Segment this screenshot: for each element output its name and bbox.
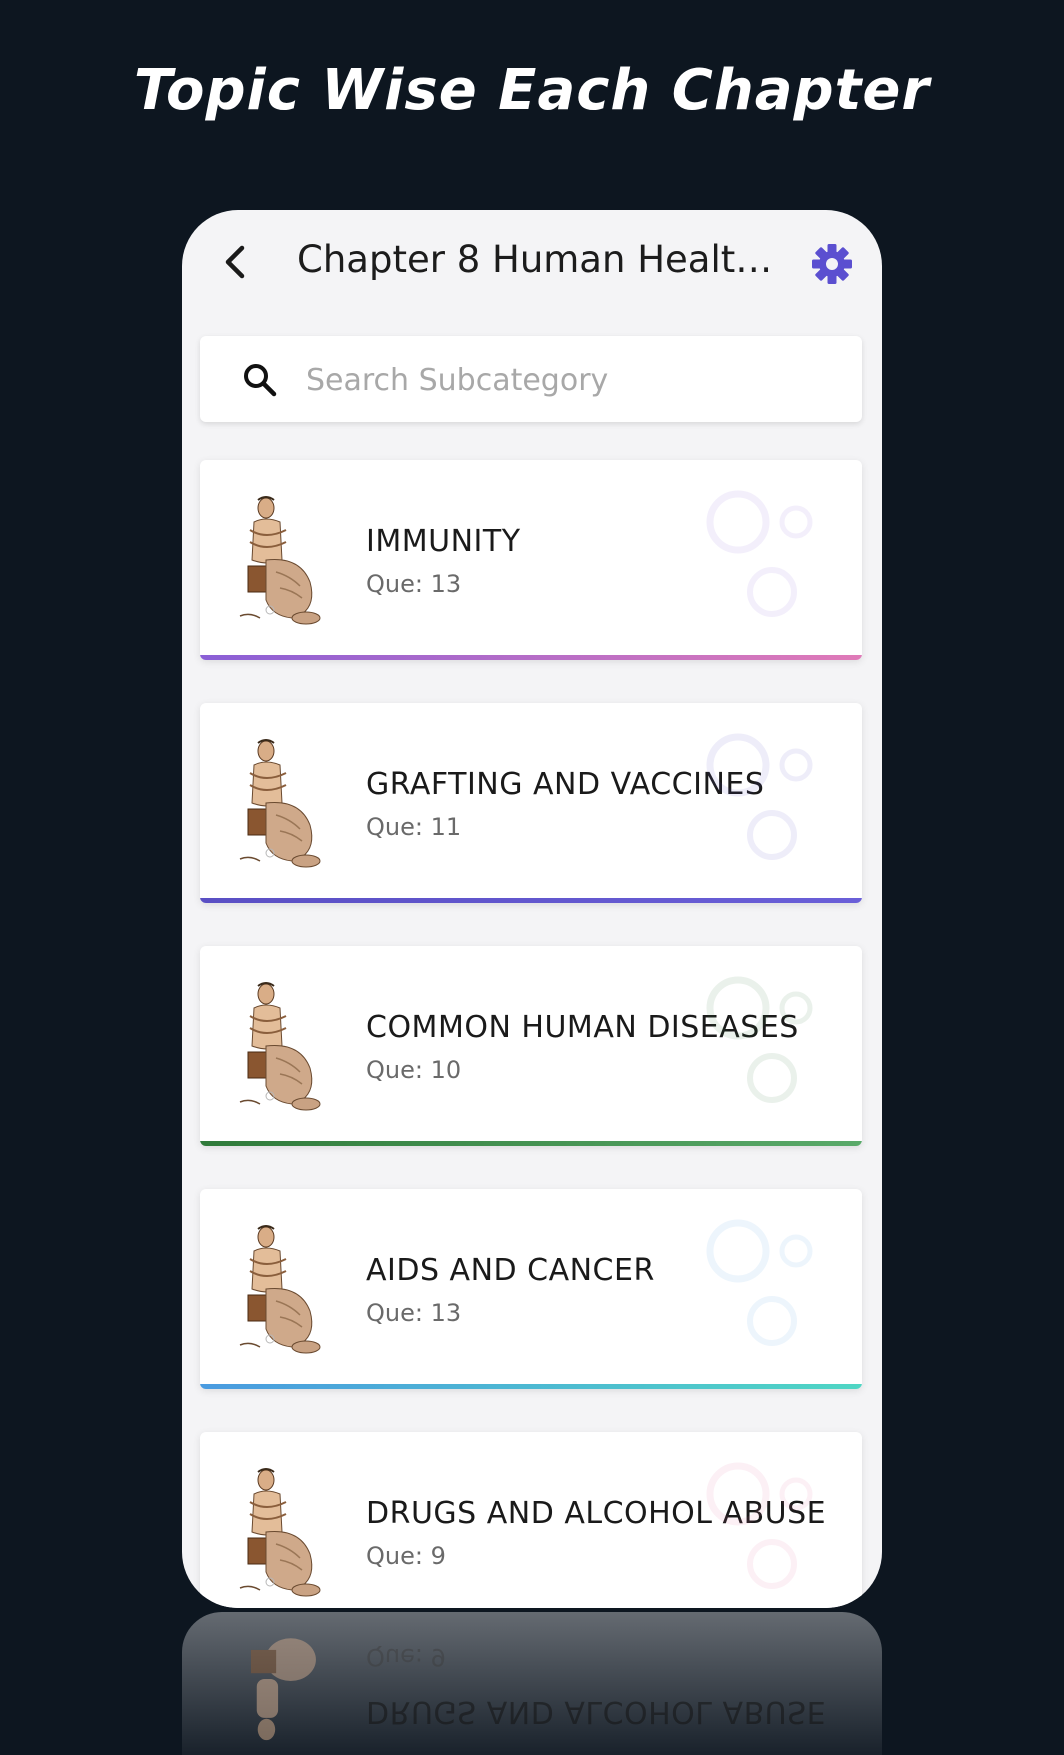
question-count: Que: 13 <box>366 1299 462 1327</box>
subcategory-card[interactable]: COMMON HUMAN DISEASES Que: 10 <box>200 946 862 1146</box>
subcategory-card[interactable]: IMMUNITY Que: 13 <box>200 460 862 660</box>
subcategory-card[interactable]: AIDS AND CANCER Que: 13 <box>200 1189 862 1389</box>
screen-title: Chapter 8 Human Health and Disease <box>297 238 777 281</box>
chevron-left-icon <box>225 245 245 279</box>
phone-screen: Chapter 8 Human Health and Disease <box>182 210 882 1608</box>
promo-headline: Topic Wise Each Chapter <box>133 58 930 123</box>
phone-reflection: DRUGS AND ALCOHOL ABUSE Que: 9 <box>182 1612 882 1755</box>
gear-icon <box>812 244 852 284</box>
figure-illustration <box>239 982 321 1111</box>
app-bar: Chapter 8 Human Health and Disease <box>182 210 882 320</box>
decorative-circles <box>706 733 813 860</box>
search-bar[interactable] <box>200 336 862 422</box>
figure-illustration <box>239 496 321 625</box>
subcategory-card[interactable]: DRUGS AND ALCOHOL ABUSE Que: 9 <box>200 1432 862 1608</box>
decorative-circles <box>706 1462 813 1589</box>
card-accent-bar <box>200 1384 862 1389</box>
question-count: Que: 9 <box>366 1542 446 1570</box>
figure-illustration <box>239 1225 321 1354</box>
settings-button[interactable] <box>810 242 854 286</box>
question-count: Que: 10 <box>366 1056 462 1084</box>
decorative-circles <box>706 490 813 617</box>
question-count: Que: 13 <box>366 570 462 598</box>
search-input[interactable] <box>304 354 828 406</box>
reflection-count: Que: 9 <box>366 1643 446 1671</box>
question-count: Que: 11 <box>366 813 462 841</box>
reflection-content: DRUGS AND ALCOHOL ABUSE Que: 9 <box>182 1612 882 1755</box>
card-accent-bar <box>200 1141 862 1146</box>
reflection-title: DRUGS AND ALCOHOL ABUSE <box>366 1694 827 1729</box>
figure-illustration <box>239 739 321 868</box>
back-button[interactable] <box>218 242 254 282</box>
search-icon <box>244 364 277 397</box>
figure-illustration-reflection <box>250 1638 316 1741</box>
card-accent-bar <box>200 655 862 660</box>
decorative-circles <box>706 1219 813 1346</box>
card-accent-bar <box>200 898 862 903</box>
subcategory-card[interactable]: GRAFTING AND VACCINES Que: 11 <box>200 703 862 903</box>
decorative-circles <box>706 976 813 1103</box>
figure-illustration <box>239 1468 321 1597</box>
